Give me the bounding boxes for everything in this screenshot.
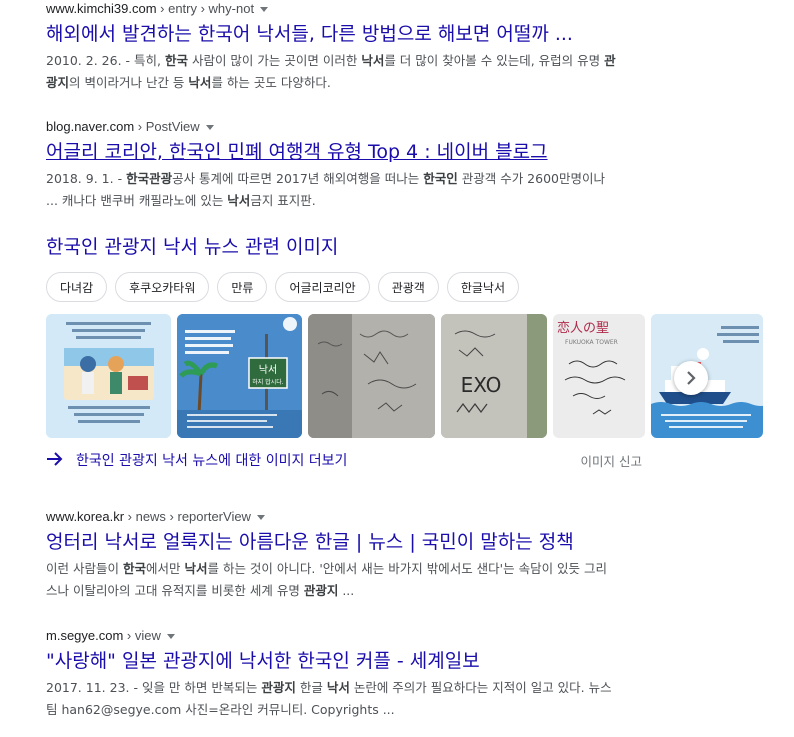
graffiti-photo: [308, 314, 435, 438]
snippet-text: 금지 표지판.: [250, 193, 316, 208]
result-title[interactable]: 어글리 코리안, 한국인 민폐 여행객 유형 Top 4 : 네이버 블로그: [46, 139, 616, 165]
snippet-highlight: 관광지: [261, 680, 296, 695]
result-domain: m.segye.com: [46, 628, 124, 643]
sign-illustration: 낙서 하지 맙시다.: [177, 314, 302, 438]
chip[interactable]: 후쿠오카타워: [115, 272, 210, 302]
photo-heading-text: 恋人の聖: [557, 320, 609, 336]
snippet-highlight: 낙서: [184, 561, 208, 576]
result-url[interactable]: www.korea.kr › news › reporterView: [46, 508, 616, 526]
next-images-button[interactable]: [674, 361, 708, 395]
snippet-text: - 특히,: [121, 53, 165, 68]
graffiti-pillar-photo: EXO: [441, 314, 547, 438]
snippet-highlight: 낙서: [227, 193, 251, 208]
result-url[interactable]: m.segye.com › view: [46, 627, 616, 645]
image-filter-chips: 다녀감 후쿠오카타워 만류 어글리코리안 관광객 한글낙서: [46, 272, 520, 302]
snippet-text: 사람이 많이 가는 곳이면 이러한: [187, 53, 362, 68]
more-images-link[interactable]: 한국인 관광지 낙서 뉴스에 대한 이미지 더보기: [76, 450, 347, 470]
images-section-heading[interactable]: 한국인 관광지 낙서 뉴스 관련 이미지: [46, 232, 338, 259]
chevron-right-icon: [687, 371, 696, 385]
result-date: 2017. 11. 23.: [46, 680, 130, 695]
report-images-link[interactable]: 이미지 신고: [581, 451, 642, 470]
image-thumbnail[interactable]: [46, 314, 171, 438]
result-title[interactable]: 해외에서 발견하는 한국어 낙서들, 다른 방법으로 해보면 어떨까 ...: [46, 21, 616, 47]
result-domain: www.kimchi39.com: [46, 1, 157, 16]
snippet-text: 를 더 많이 찾아볼 수 있는데, 유럽의 유명: [384, 53, 605, 68]
image-thumbnail[interactable]: [308, 314, 435, 438]
snippet-text: 를 하는 곳도 다양하다.: [211, 75, 331, 90]
search-result: www.kimchi39.com › entry › why-not 해외에서 …: [46, 0, 616, 94]
result-snippet: 이런 사람들이 한국에서만 낙서를 하는 것이 아니다. '안에서 새는 바가지…: [46, 558, 616, 602]
snippet-text: - 잊을 만 하면 반복되는: [129, 680, 262, 695]
snippet-highlight: 한국: [164, 53, 188, 68]
result-snippet: 2010. 2. 26. - 특히, 한국 사람이 많이 가는 곳이면 이러한 …: [46, 50, 616, 94]
result-url[interactable]: blog.naver.com › PostView: [46, 118, 616, 136]
result-snippet: 2018. 9. 1. - 한국관광공사 통계에 따르면 2017년 해외여행을…: [46, 168, 616, 212]
image-thumbnails: 낙서 하지 맙시다. EXO 恋人の聖 FUKUOKA TOWER: [46, 314, 763, 438]
snippet-highlight: 관광지: [303, 583, 339, 598]
snippet-text: ...: [338, 583, 355, 598]
fukuoka-tower-photo: 恋人の聖 FUKUOKA TOWER: [553, 314, 645, 438]
result-date: 2010. 2. 26.: [46, 53, 122, 68]
search-result: blog.naver.com › PostView 어글리 코리안, 한국인 민…: [46, 118, 616, 212]
result-snippet: 2017. 11. 23. - 잊을 만 하면 반복되는 관광지 한글 낙서 논…: [46, 677, 616, 721]
graffiti-text: EXO: [461, 373, 502, 397]
snippet-highlight: 낙서: [326, 680, 350, 695]
chip[interactable]: 관광객: [377, 272, 439, 302]
result-date: 2018. 9. 1.: [46, 171, 114, 186]
result-title[interactable]: 엉터리 낙서로 얼룩지는 아름다운 한글 | 뉴스 | 국민이 말하는 정책: [46, 529, 616, 555]
snippet-highlight: 한국관광: [126, 171, 173, 186]
snippet-text: 한글: [295, 680, 327, 695]
result-path: › PostView: [134, 119, 200, 134]
chevron-down-icon[interactable]: [166, 634, 175, 640]
image-thumbnail[interactable]: EXO: [441, 314, 547, 438]
chip[interactable]: 만류: [217, 272, 268, 302]
result-path: › news › reporterView: [124, 509, 251, 524]
search-result: www.korea.kr › news › reporterView 엉터리 낙…: [46, 508, 616, 602]
chevron-down-icon[interactable]: [260, 7, 269, 13]
snippet-highlight: 낙서: [361, 53, 385, 68]
chevron-down-icon[interactable]: [256, 515, 265, 521]
tourist-illustration: [46, 314, 171, 438]
snippet-highlight: 낙서: [188, 75, 212, 90]
snippet-text: 공사 통계에 따르면 2017년 해외여행을 떠나는: [172, 171, 424, 186]
chevron-down-icon[interactable]: [205, 125, 214, 131]
snippet-text: 이런 사람들이: [46, 561, 123, 576]
result-domain: blog.naver.com: [46, 119, 135, 134]
result-domain: www.korea.kr: [46, 509, 125, 524]
snippet-text: 에서만: [145, 561, 185, 576]
chip[interactable]: 한글낙서: [446, 272, 520, 302]
search-result: m.segye.com › view "사랑해" 일본 관광지에 낙서한 한국인…: [46, 627, 616, 721]
snippet-text: 의 벽이라거나 난간 등: [69, 75, 189, 90]
result-path: › entry › why-not: [156, 1, 255, 16]
snippet-text: -: [113, 171, 127, 186]
more-images-row: 한국인 관광지 낙서 뉴스에 대한 이미지 더보기 이미지 신고: [46, 450, 642, 470]
photo-sub-text: FUKUOKA TOWER: [565, 339, 618, 346]
image-thumbnail[interactable]: 낙서 하지 맙시다.: [177, 314, 302, 438]
sign-text-line2: 하지 맙시다.: [252, 378, 284, 386]
image-thumbnail[interactable]: 恋人の聖 FUKUOKA TOWER: [553, 314, 645, 438]
arrow-right-icon[interactable]: [46, 452, 64, 466]
result-url[interactable]: www.kimchi39.com › entry › why-not: [46, 0, 616, 18]
result-path: › view: [123, 628, 161, 643]
chip[interactable]: 다녀감: [46, 272, 108, 302]
sign-text-line1: 낙서: [259, 364, 277, 376]
snippet-highlight: 한국: [122, 561, 146, 576]
snippet-highlight: 한국인: [423, 171, 458, 186]
chip[interactable]: 어글리코리안: [275, 272, 370, 302]
result-title[interactable]: "사랑해" 일본 관광지에 낙서한 한국인 커플 - 세계일보: [46, 648, 616, 674]
